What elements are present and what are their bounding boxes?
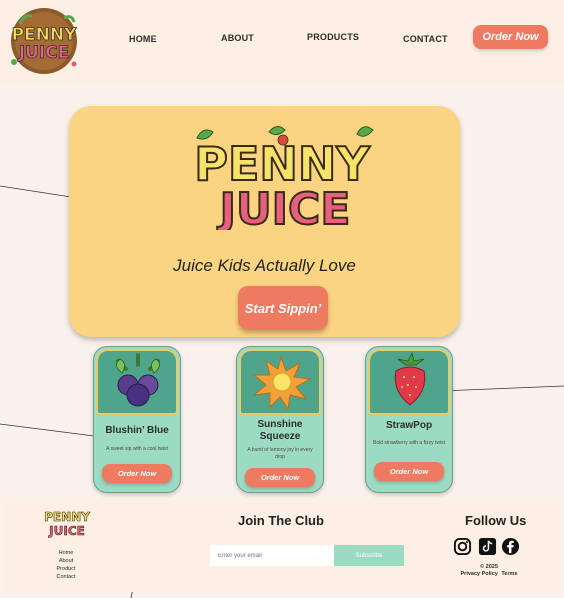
subscribe-button[interactable]: Subscribe [334,545,404,566]
legal-links: Privacy Policy Terms [459,571,519,577]
hero-tagline: Juice Kids Actually Love [173,256,356,275]
penny-juice-hero-logo: PENNY JUICE [193,126,374,230]
copyright-text: © 2025 [480,564,498,570]
start-sippin-button[interactable]: Start Sippin’ [238,286,328,330]
footer-link-about[interactable]: About [43,557,89,565]
svg-text:JUICE: JUICE [48,524,85,538]
nav-contact[interactable]: CONTACT [403,34,448,44]
follow-us-heading: Follow Us [465,513,527,528]
product-card-strawpop: StrawPop Bold strawberry with a fizzy tw… [365,346,453,493]
product-image-frame [368,349,450,415]
product-image-frame [96,349,178,415]
join-club-heading: Join The Club [238,513,324,528]
strawberry-icon [394,351,426,406]
instagram-icon[interactable] [453,537,472,556]
terms-link[interactable]: Terms [501,571,517,577]
email-field[interactable] [210,545,335,566]
logo-juice-text: JUICE [217,184,351,230]
product-card-blushin-blue: Blushin’ Blue A sweet sip with a cool tw… [93,346,181,493]
facebook-icon[interactable] [501,537,520,556]
penny-juice-footer-logo[interactable]: PENNY JUICE [38,508,96,538]
footer-nav: Home About Product Contact [43,549,89,581]
nav-about[interactable]: ABOUT [221,33,254,43]
product-name: StrawPop [385,420,433,431]
order-now-button[interactable]: Order Now [473,25,548,49]
svg-text:PENNY: PENNY [12,25,78,45]
svg-text:PENNY: PENNY [44,510,90,524]
product-description: A burst of lemony joy in every drop [247,447,313,460]
product-image-frame [239,349,321,415]
site-header: PENNY JUICE HOME ABOUT PRODUCTS CONTACT … [0,0,564,84]
nav-home[interactable]: HOME [129,34,157,44]
privacy-policy-link[interactable]: Privacy Policy [461,571,498,577]
product-description: Bold strawberry with a fizzy twist [373,440,445,446]
product-name: Sunshine Squeeze [257,419,303,442]
product-order-button[interactable]: Order Now [374,462,444,481]
product-card-sunshine-squeeze: Sunshine Squeeze A burst of lemony joy i… [236,346,324,493]
product-name: Blushin’ Blue [105,425,169,436]
footer-link-contact[interactable]: Contact [43,573,89,581]
product-description: A sweet sip with a cool twist [106,446,168,452]
svg-text:JUICE: JUICE [18,43,70,63]
penny-juice-logo[interactable]: PENNY JUICE [6,4,82,76]
orange-splash-icon [252,355,312,411]
blueberry-icon [116,353,160,407]
product-order-button[interactable]: Order Now [102,464,172,483]
product-order-button[interactable]: Order Now [245,468,315,487]
nav-products[interactable]: PRODUCTS [307,32,359,42]
tiktok-icon[interactable] [478,537,497,556]
site-footer: PENNY JUICE Home About Product Contact J… [3,498,561,592]
logo-penny-text: PENNY [194,137,370,191]
hero-banner: PENNY JUICE Juice Kids Actually Love Sta… [69,106,460,337]
footer-link-product[interactable]: Product [43,565,89,573]
footer-link-home[interactable]: Home [43,549,89,557]
